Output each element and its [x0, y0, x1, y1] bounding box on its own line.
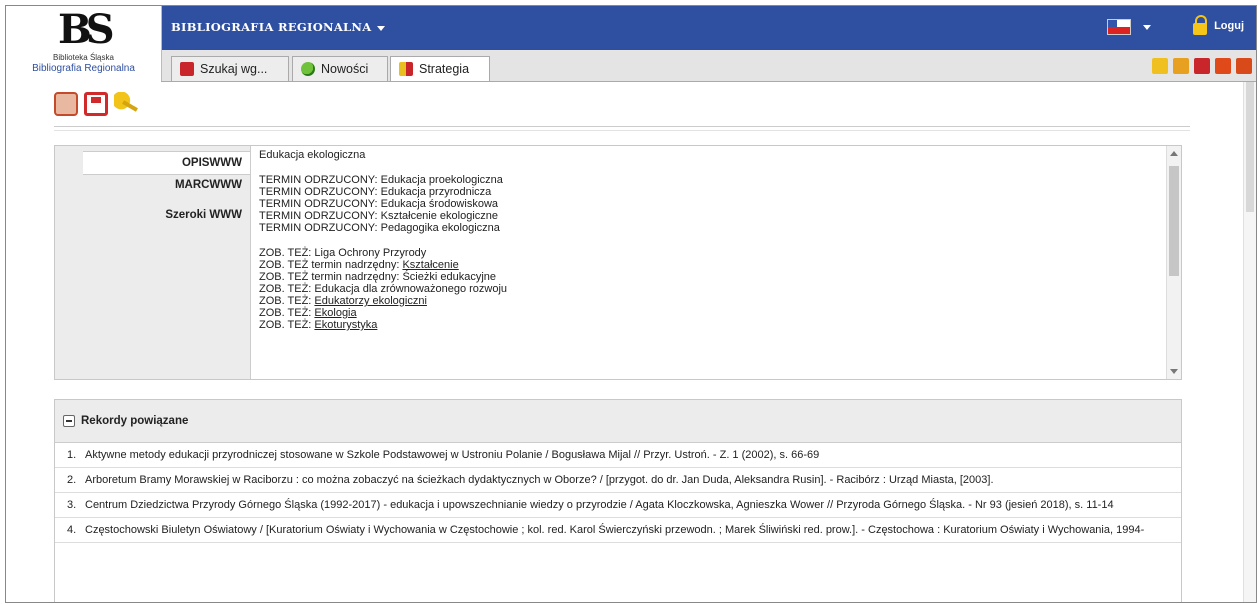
tab-news[interactable]: Nowości — [292, 56, 388, 81]
login-button[interactable]: Loguj — [1193, 15, 1244, 35]
related-record-row[interactable]: 1. Aktywne metody edukacji przyrodniczej … — [55, 443, 1181, 468]
tab-bar: Szukaj wg... Nowości Strategia — [161, 50, 1256, 82]
logo-name: Bibliografia Regionalna — [32, 63, 135, 74]
see-also-text: Ścieżki edukacyjne — [402, 271, 497, 283]
see-also-prefix: ZOB. TEŻ: — [259, 307, 315, 319]
rejected-term: TERMIN ODRZUCONY: Edukacja środowiskowa — [259, 198, 499, 210]
logo[interactable]: BS Biblioteka Śląska Bibliografia Region… — [6, 6, 162, 81]
print-icon[interactable] — [54, 92, 78, 116]
tab-label: Szukaj wg... — [200, 62, 268, 76]
record-citation[interactable]: Centrum Dziedzictwa Przyrody Górnego Ślą… — [85, 493, 1181, 517]
record-scrollbar[interactable] — [1166, 146, 1181, 379]
see-also-prefix: ZOB. TEŻ termin nadrzędny: — [259, 271, 403, 283]
see-also-prefix: ZOB. TEŻ: — [259, 319, 315, 331]
record-format-nav: OPISWWW MARCWWW Szeroki WWW — [55, 146, 251, 379]
language-selector[interactable] — [1107, 19, 1151, 35]
app-title-menu[interactable]: BIBLIOGRAFIA REGIONALNA — [171, 20, 386, 34]
collapse-icon[interactable] — [63, 415, 75, 427]
see-also-terms: ZOB. TEŻ: Liga Ochrony Przyrody ZOB. TEŻ … — [259, 247, 1165, 331]
rejected-terms: TERMIN ODRZUCONY: Edukacja proekologiczn… — [259, 174, 1165, 234]
rejected-term: TERMIN ODRZUCONY: Edukacja przyrodnicza — [259, 186, 492, 198]
scroll-down-icon[interactable] — [1170, 369, 1178, 374]
related-title: Rekordy powiązane — [81, 415, 189, 427]
related-record-row[interactable]: 3. Centrum Dziedzictwa Przyrody Górnego Ś… — [55, 493, 1181, 518]
strategy-icon — [399, 62, 413, 76]
tab-strategy[interactable]: Strategia — [390, 56, 490, 81]
scroll-up-icon[interactable] — [1170, 151, 1178, 156]
save-icon[interactable] — [84, 92, 108, 116]
search-icon — [180, 62, 194, 76]
see-also-link[interactable]: Edukatorzy ekologiczni — [314, 295, 427, 307]
see-also-text: Liga Ochrony Przyrody — [314, 247, 427, 259]
record-number: 3. — [67, 499, 77, 511]
see-also-prefix: ZOB. TEŻ: — [259, 295, 315, 307]
key-icon[interactable] — [114, 92, 138, 116]
scroll-thumb[interactable] — [1169, 166, 1179, 276]
tab-label: Strategia — [419, 62, 470, 76]
related-record-row[interactable]: 2. Arboretum Bramy Morawskiej w Raciborzu… — [55, 468, 1181, 493]
record-toolbar — [54, 92, 138, 116]
record-number: 4. — [67, 524, 77, 536]
record-citation[interactable]: Arboretum Bramy Morawskiej w Raciborzu :… — [85, 468, 1181, 492]
nav-szeroki-www[interactable]: Szeroki WWW — [165, 209, 242, 221]
related-header[interactable]: Rekordy powiązane — [55, 400, 1181, 443]
rejected-term: TERMIN ODRZUCONY: Kształcenie ekologiczn… — [259, 210, 499, 222]
see-also-term: ZOB. TEŻ termin nadrzędny: Kształcenie — [259, 259, 1165, 271]
related-record-row[interactable]: 4. Częstochowski Biuletyn Oświatowy / [Ku… — [55, 518, 1181, 543]
see-also-link[interactable]: Ekoturystyka — [314, 319, 377, 331]
record-citation[interactable]: Częstochowski Biuletyn Oświatowy / [Kura… — [85, 518, 1181, 542]
see-also-term: ZOB. TEŻ termin nadrzędny: Ścieżki eduka… — [259, 271, 1165, 283]
tool-4-icon[interactable] — [1215, 58, 1231, 74]
see-also-prefix: ZOB. TEŻ: — [259, 283, 315, 295]
divider — [54, 130, 1190, 131]
record-number: 1. — [67, 449, 77, 461]
tab-search[interactable]: Szukaj wg... — [171, 56, 289, 81]
tab-label: Nowości — [321, 62, 369, 76]
flag-icon — [1107, 19, 1131, 35]
top-bar: BIBLIOGRAFIA REGIONALNA Loguj — [6, 6, 1256, 50]
tool-3-icon[interactable] — [1194, 58, 1210, 74]
see-also-link[interactable]: Ekologia — [314, 307, 356, 319]
record-panel: OPISWWW MARCWWW Szeroki WWW Edukacja eko… — [54, 145, 1182, 380]
related-records: Rekordy powiązane 1. Aktywne metody eduka… — [54, 399, 1182, 602]
tool-5-icon[interactable] — [1236, 58, 1252, 74]
page-scrollbar[interactable] — [1243, 82, 1256, 602]
see-also-prefix: ZOB. TEŻ: — [259, 247, 315, 259]
logo-mark: BS — [58, 6, 115, 53]
rejected-term: TERMIN ODRZUCONY: Edukacja proekologiczn… — [259, 174, 503, 186]
record-heading: Edukacja ekologiczna — [259, 149, 366, 161]
see-also-text: Edukacja dla zrównoważonego rozwoju — [314, 283, 508, 295]
see-also-link[interactable]: Kształcenie — [402, 259, 458, 271]
nav-opiswww[interactable]: OPISWWW — [83, 151, 250, 175]
rejected-term: TERMIN ODRZUCONY: Pedagogika ekologiczna — [259, 222, 500, 234]
nav-marcwww[interactable]: MARCWWW — [175, 179, 242, 191]
see-also-term: ZOB. TEŻ: Ekoturystyka — [259, 319, 1165, 331]
see-also-term: ZOB. TEŻ: Liga Ochrony Przyrody — [259, 247, 1165, 259]
right-toolbar — [1152, 58, 1252, 74]
page-scroll-thumb[interactable] — [1246, 82, 1254, 212]
record-content: Edukacja ekologiczna TERMIN ODRZUCONY: E… — [259, 149, 1165, 379]
app-title: BIBLIOGRAFIA REGIONALNA — [171, 20, 372, 34]
tool-1-icon[interactable] — [1152, 58, 1168, 74]
logo-subtitle: Biblioteka Śląska — [53, 53, 114, 62]
see-also-term: ZOB. TEŻ: Edukatorzy ekologiczni — [259, 295, 1165, 307]
see-also-term: ZOB. TEŻ: Ekologia — [259, 307, 1165, 319]
chevron-down-icon — [1143, 24, 1151, 30]
record-number: 2. — [67, 474, 77, 486]
chevron-down-icon — [377, 25, 386, 31]
login-label: Loguj — [1214, 20, 1244, 32]
news-icon — [301, 62, 315, 76]
divider — [54, 126, 1190, 127]
related-list: 1. Aktywne metody edukacji przyrodniczej … — [55, 443, 1181, 543]
record-citation[interactable]: Aktywne metody edukacji przyrodniczej st… — [85, 443, 1181, 467]
see-also-term: ZOB. TEŻ: Edukacja dla zrównoważonego ro… — [259, 283, 1165, 295]
tool-2-icon[interactable] — [1173, 58, 1189, 74]
lock-icon — [1193, 15, 1208, 35]
see-also-prefix: ZOB. TEŻ termin nadrzędny: — [259, 259, 403, 271]
app-window: BIBLIOGRAFIA REGIONALNA Loguj BS Bibliot… — [5, 5, 1257, 603]
